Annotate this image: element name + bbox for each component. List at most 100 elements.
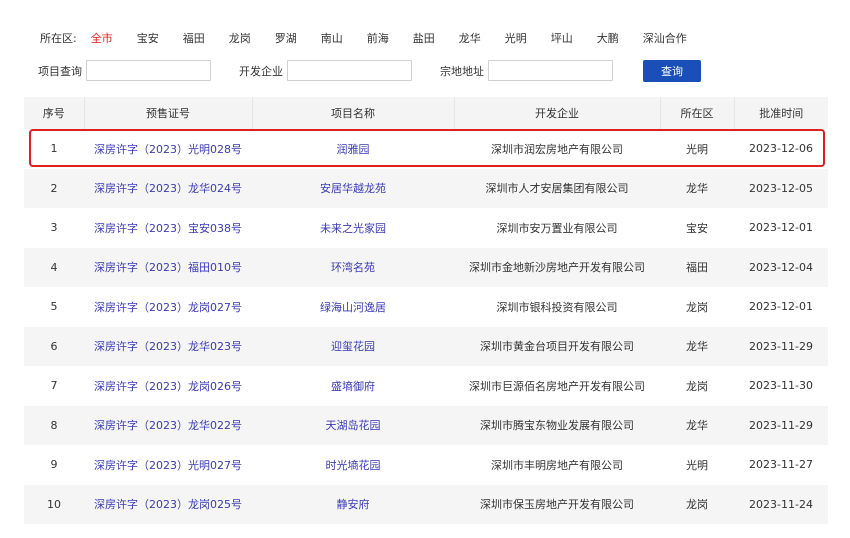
project-name-link[interactable]: 静安府 — [337, 498, 370, 511]
district-option[interactable]: 坪山 — [551, 30, 573, 46]
row-number: 2 — [50, 181, 58, 195]
permit-number-link[interactable]: 深房许字（2023）龙岗026号 — [94, 380, 242, 393]
address-search-input[interactable] — [488, 60, 613, 81]
district-name: 龙岗 — [686, 498, 708, 512]
developer-name-cell: 深圳市润宏房地产有限公司 — [454, 129, 660, 169]
permit-number-link-cell: 深房许字（2023）龙华023号 — [84, 326, 252, 366]
project-name-link[interactable]: 未来之光家园 — [320, 222, 386, 235]
approval-date-cell: 2023-12-05 — [734, 168, 828, 208]
developer-name: 深圳市丰明房地产有限公司 — [491, 458, 623, 472]
row-number-cell: 4 — [24, 247, 84, 287]
district-option[interactable]: 大鹏 — [597, 30, 619, 46]
district-name: 福田 — [686, 261, 708, 275]
table-row: 1 深房许字（2023）光明028号 润雅园 深圳市润宏房地产有限公司 光明 2023-1… — [24, 129, 828, 169]
developer-name-cell: 深圳市安万置业有限公司 — [454, 208, 660, 248]
developer-search-input[interactable] — [287, 60, 412, 81]
developer-name: 深圳市安万置业有限公司 — [496, 221, 618, 235]
project-name-link[interactable]: 盛墒御府 — [331, 380, 375, 393]
permit-number-link[interactable]: 深房许字（2023）宝安038号 — [94, 222, 242, 235]
district-option[interactable]: 罗湖 — [275, 30, 297, 46]
row-number: 1 — [50, 142, 58, 156]
permit-number-link-cell: 深房许字（2023）龙华022号 — [84, 405, 252, 445]
developer-name: 深圳市银科投资有限公司 — [496, 300, 618, 314]
district-name: 龙岗 — [686, 379, 708, 393]
district-name-cell: 龙华 — [660, 326, 734, 366]
approval-date: 2023-12-04 — [749, 260, 813, 274]
developer-name-cell: 深圳市银科投资有限公司 — [454, 287, 660, 327]
approval-date-cell: 2023-12-06 — [734, 129, 828, 169]
district-option[interactable]: 福田 — [183, 30, 205, 46]
row-number: 8 — [50, 418, 58, 432]
district-name-cell: 福田 — [660, 247, 734, 287]
search-button[interactable]: 查询 — [643, 59, 701, 82]
developer-name-cell: 深圳市金地新沙房地产开发有限公司 — [454, 247, 660, 287]
permit-number-link[interactable]: 深房许字（2023）光明027号 — [94, 459, 242, 472]
developer-name: 深圳市润宏房地产有限公司 — [491, 142, 623, 156]
approval-date-cell: 2023-12-01 — [734, 208, 828, 248]
table-row: 8 深房许字（2023）龙华022号 天湖岛花园 深圳市腾宝东物业发展有限公司 龙华 20… — [24, 405, 828, 445]
district-option[interactable]: 龙岗 — [229, 30, 251, 46]
district-option[interactable]: 龙华 — [459, 30, 481, 46]
table-header-row: 序号 预售证号 项目名称 开发企业 所在区 批准时间 — [24, 97, 828, 129]
project-name-link-cell: 安居华越龙苑 — [252, 168, 454, 208]
district-name-cell: 龙岗 — [660, 484, 734, 524]
permit-number-link[interactable]: 深房许字（2023）龙华024号 — [94, 182, 242, 195]
row-number: 10 — [47, 497, 61, 511]
permit-number-link-cell: 深房许字（2023）龙岗025号 — [84, 484, 252, 524]
project-name-link[interactable]: 安居华越龙苑 — [320, 182, 386, 195]
table-row: 9 深房许字（2023）光明027号 时光墒花园 深圳市丰明房地产有限公司 光明 2023… — [24, 445, 828, 485]
row-number-cell: 10 — [24, 484, 84, 524]
presale-permit-table: 序号 预售证号 项目名称 开发企业 所在区 批准时间 1 深房许字（2023）光明… — [24, 97, 828, 524]
district-name-cell: 宝安 — [660, 208, 734, 248]
district-name: 宝安 — [686, 221, 708, 235]
project-search-input[interactable] — [86, 60, 211, 81]
district-name-cell: 龙华 — [660, 168, 734, 208]
district-filter-label: 所在区: — [40, 32, 77, 45]
permit-number-link[interactable]: 深房许字（2023）龙岗025号 — [94, 498, 242, 511]
developer-name-cell: 深圳市腾宝东物业发展有限公司 — [454, 405, 660, 445]
developer-name: 深圳市巨源佰名房地产开发有限公司 — [469, 379, 645, 393]
permit-number-link[interactable]: 深房许字（2023）光明028号 — [94, 143, 242, 156]
approval-date-cell: 2023-11-29 — [734, 326, 828, 366]
district-option[interactable]: 全市 — [91, 30, 113, 46]
developer-name: 深圳市黄金台项目开发有限公司 — [480, 340, 634, 354]
project-name-link[interactable]: 环湾名苑 — [331, 261, 375, 274]
district-option[interactable]: 南山 — [321, 30, 343, 46]
district-name-cell: 龙华 — [660, 405, 734, 445]
permit-number-link[interactable]: 深房许字（2023）龙华022号 — [94, 419, 242, 432]
table-row: 7 深房许字（2023）龙岗026号 盛墒御府 深圳市巨源佰名房地产开发有限公司 龙岗 2… — [24, 366, 828, 406]
project-name-link[interactable]: 绿海山河逸居 — [320, 301, 386, 314]
district-option[interactable]: 前海 — [367, 30, 389, 46]
approval-date-cell: 2023-12-01 — [734, 287, 828, 327]
permit-number-link-cell: 深房许字（2023）宝安038号 — [84, 208, 252, 248]
project-name-link[interactable]: 时光墒花园 — [326, 459, 381, 472]
district-name: 龙华 — [686, 182, 708, 196]
row-number-cell: 1 — [24, 129, 84, 169]
developer-name: 深圳市金地新沙房地产开发有限公司 — [469, 261, 645, 275]
project-name-link[interactable]: 迎玺花园 — [331, 340, 375, 353]
project-name-link-cell: 盛墒御府 — [252, 366, 454, 406]
approval-date: 2023-12-05 — [749, 181, 813, 195]
district-option[interactable]: 宝安 — [137, 30, 159, 46]
district-option[interactable]: 深汕合作 — [643, 30, 687, 46]
district-name-cell: 光明 — [660, 445, 734, 485]
permit-number-link[interactable]: 深房许字（2023）福田010号 — [94, 261, 242, 274]
approval-date: 2023-11-30 — [749, 379, 813, 393]
header-developer: 开发企业 — [454, 97, 661, 129]
header-permit: 预售证号 — [84, 97, 253, 129]
project-name-link[interactable]: 润雅园 — [337, 143, 370, 156]
district-name-cell: 龙岗 — [660, 366, 734, 406]
permit-number-link-cell: 深房许字（2023）光明028号 — [84, 129, 252, 169]
district-name: 光明 — [686, 142, 708, 156]
district-option[interactable]: 光明 — [505, 30, 527, 46]
permit-number-link[interactable]: 深房许字（2023）龙华023号 — [94, 340, 242, 353]
address-search-label: 宗地地址 — [440, 64, 484, 78]
district-option[interactable]: 盐田 — [413, 30, 435, 46]
approval-date: 2023-11-27 — [749, 458, 813, 472]
developer-name-cell: 深圳市人才安居集团有限公司 — [454, 168, 660, 208]
project-name-link-cell: 时光墒花园 — [252, 445, 454, 485]
project-name-link[interactable]: 天湖岛花园 — [326, 419, 381, 432]
permit-number-link[interactable]: 深房许字（2023）龙岗027号 — [94, 301, 242, 314]
approval-date: 2023-11-24 — [749, 497, 813, 511]
row-number-cell: 8 — [24, 405, 84, 445]
